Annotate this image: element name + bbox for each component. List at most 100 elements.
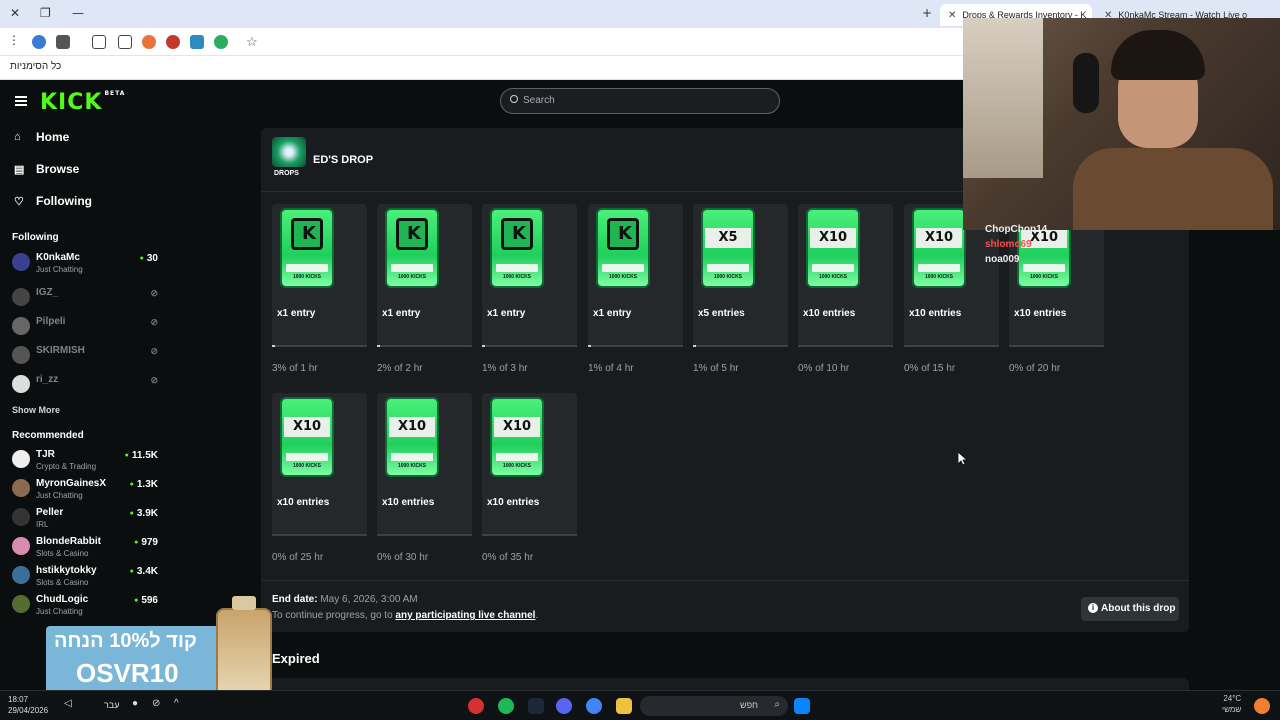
windows-start-icon[interactable] <box>794 698 810 714</box>
reward-card[interactable]: X10 1000 KICKS x10 entries <box>798 204 893 347</box>
ticket-text: 1000 KICKS <box>502 274 532 280</box>
recommended-channel[interactable]: TJR Crypto & Trading 11.5K <box>12 447 160 475</box>
extension-icon[interactable] <box>142 35 156 49</box>
volume-icon[interactable]: ◁ <box>64 698 74 714</box>
end-date-label: End date: <box>272 594 318 605</box>
close-tab-icon[interactable]: ✕ <box>948 10 956 21</box>
following-channel[interactable]: SKIRMISH ⊘ <box>12 343 160 371</box>
multiplier-label: X10 <box>494 417 540 437</box>
chevron-up-icon[interactable]: ^ <box>174 698 184 714</box>
weather-desc: שמשי <box>1222 705 1242 714</box>
taskbar-search[interactable]: חפש ⌕ <box>640 696 788 716</box>
recommended-channel[interactable]: hstikkytokky Slots & Casino 3.4K <box>12 563 160 591</box>
beta-badge: BETA <box>104 90 126 97</box>
reward-label: x10 entries <box>1014 308 1067 319</box>
recommended-channel[interactable]: Peller IRL 3.9K <box>12 505 160 533</box>
kick-logo[interactable]: KICK BETA <box>40 90 125 115</box>
recommended-channel[interactable]: MyronGainesX Just Chatting 1.3K <box>12 476 160 504</box>
taskbar-search-label: חפש <box>740 700 758 710</box>
reward-label: x1 entry <box>277 308 316 319</box>
new-tab-icon[interactable]: + <box>922 6 932 20</box>
avatar <box>12 479 30 497</box>
reward-ticket-icon: X5 1000 KICKS <box>701 208 755 288</box>
restore-window-icon[interactable]: ❐ <box>40 6 51 20</box>
about-drop-button[interactable]: i About this drop <box>1081 597 1179 621</box>
language-indicator[interactable]: עבר <box>104 700 119 710</box>
channel-category: Crypto & Trading <box>36 462 97 471</box>
channel-name: SKIRMISH <box>36 345 85 356</box>
following-channel[interactable]: Pilpeli ⊘ <box>12 314 160 342</box>
logo-text: KICK <box>40 90 103 115</box>
reward-card[interactable]: X10 1000 KICKS x10 entries <box>272 393 367 536</box>
mouse-cursor-icon <box>958 452 968 466</box>
following-channel[interactable]: K0nkaMc Just Chatting 30 <box>12 250 160 278</box>
reward-label: x10 entries <box>382 497 435 508</box>
ticket-strip <box>286 453 328 461</box>
spotify-icon[interactable] <box>498 698 514 714</box>
mic-icon[interactable]: ● <box>132 698 142 714</box>
reward-card[interactable]: 1000 KICKS x1 entry <box>272 204 367 347</box>
weather-sun-icon <box>1254 698 1270 714</box>
bookmark-star-icon[interactable]: ☆ <box>246 34 258 50</box>
extension-icon[interactable] <box>214 35 228 49</box>
reward-progress-text: 0% of 20 hr <box>1009 363 1061 374</box>
ticket-text: 1000 KICKS <box>608 274 638 280</box>
search-input[interactable]: Search <box>500 88 780 114</box>
reward-card[interactable]: X10 1000 KICKS x10 entries <box>482 393 577 536</box>
network-icon[interactable]: ⊘ <box>152 698 162 714</box>
show-more-link[interactable]: Show More <box>12 405 60 415</box>
close-window-icon[interactable]: ✕ <box>10 6 20 20</box>
extension-icon[interactable] <box>56 35 70 49</box>
nav-browse[interactable]: ▤ Browse <box>14 162 79 176</box>
app-icon[interactable] <box>468 698 484 714</box>
channel-category: IRL <box>36 520 49 529</box>
clock[interactable]: 18:07 29/04/2026 <box>8 694 48 716</box>
recommended-channel[interactable]: ChudLogic Just Chatting 596 <box>12 592 160 620</box>
clock-date: 29/04/2026 <box>8 706 49 715</box>
reward-ticket-icon: 1000 KICKS <box>596 208 650 288</box>
progress-bar <box>693 345 788 347</box>
reward-label: x10 entries <box>909 308 962 319</box>
progress-bar <box>798 345 893 347</box>
following-channel[interactable]: IGZ_ ⊘ <box>12 285 160 313</box>
search-icon <box>510 95 518 103</box>
nav-home[interactable]: ⌂ Home <box>14 130 69 144</box>
expired-header: Expired <box>272 651 320 666</box>
reward-card[interactable]: 1000 KICKS x1 entry <box>482 204 577 347</box>
progress-fill <box>377 345 380 347</box>
discord-icon[interactable] <box>556 698 572 714</box>
menu-dots-icon[interactable]: ⋮ <box>8 33 20 47</box>
weather-widget[interactable]: 24°C שמשי <box>1222 693 1241 715</box>
reward-card[interactable]: 1000 KICKS x1 entry <box>588 204 683 347</box>
participating-channel-link[interactable]: any participating live channel <box>395 610 535 621</box>
recommended-channel[interactable]: BlondeRabbit Slots & Casino 979 <box>12 534 160 562</box>
drop-title: ED'S DROP <box>313 154 374 166</box>
promo-code: OSVR10 <box>76 658 179 688</box>
progress-bar <box>588 345 683 347</box>
translate-icon[interactable] <box>190 35 204 49</box>
browse-icon: ▤ <box>14 164 25 176</box>
file-explorer-icon[interactable] <box>616 698 632 714</box>
tab-search-icon[interactable] <box>118 35 132 49</box>
profile-icon[interactable] <box>32 35 46 49</box>
viewer-count: 1.3K <box>130 479 158 490</box>
chrome-icon[interactable] <box>586 698 602 714</box>
extension-icon[interactable] <box>166 35 180 49</box>
kick-logo-icon <box>607 218 639 250</box>
reward-card[interactable]: X5 1000 KICKS x5 entries <box>693 204 788 347</box>
perfume-bottle-image <box>216 596 272 698</box>
minimize-window-icon[interactable]: — <box>72 6 84 20</box>
extensions-puzzle-icon[interactable] <box>92 35 106 49</box>
following-channel[interactable]: ri_zz ⊘ <box>12 372 160 400</box>
recommended-header: Recommended <box>12 430 84 441</box>
channel-name: Peller <box>36 507 64 518</box>
steam-icon[interactable] <box>528 698 544 714</box>
kick-logo-icon <box>291 218 323 250</box>
reward-progress-text: 1% of 4 hr <box>588 363 634 374</box>
nav-following[interactable]: ♡ Following <box>14 194 92 208</box>
hamburger-menu-icon[interactable] <box>15 96 27 106</box>
reward-card[interactable]: 1000 KICKS x1 entry <box>377 204 472 347</box>
reward-card[interactable]: X10 1000 KICKS x10 entries <box>377 393 472 536</box>
all-bookmarks-link[interactable]: כל הסימניות <box>10 61 61 72</box>
reward-progress-text: 0% of 15 hr <box>904 363 956 374</box>
